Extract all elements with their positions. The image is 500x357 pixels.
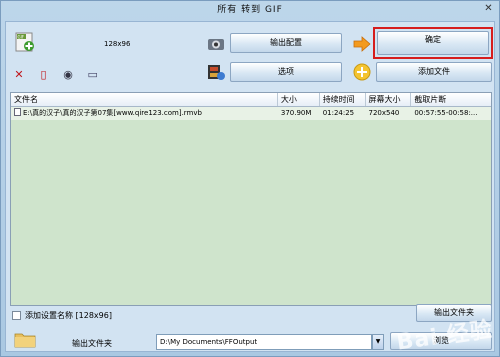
chevron-down-icon[interactable]: ▼ (372, 334, 384, 350)
resolution-label: 128x96 (104, 40, 131, 48)
add-file-icon (353, 63, 371, 81)
column-filename[interactable]: 文件名 (11, 93, 278, 106)
output-path-field[interactable]: D:\My Documents\FFOutput (156, 334, 372, 350)
main-panel: GIF 128x96 ✕ ▯ ◉ ▭ 输出配置 确定 选项 添加文件 文件名 大… (5, 21, 495, 352)
column-screen-size[interactable]: 屏幕大小 (366, 93, 412, 106)
ok-button-highlight: 确定 (373, 27, 493, 59)
window-title: 所有 转到 GIF (217, 5, 283, 15)
row-screen-size: 720x540 (368, 109, 400, 117)
svg-text:GIF: GIF (18, 34, 25, 39)
options-button[interactable]: 选项 (230, 62, 342, 82)
output-config-icon (208, 39, 224, 50)
column-size[interactable]: 大小 (278, 93, 320, 106)
row-clip: 00:57:55-00:58:... (414, 109, 478, 117)
row-duration: 01:24:25 (322, 109, 355, 117)
file-list[interactable]: 文件名 大小 持续时间 屏幕大小 截取片断 E:\真的汉子\真的汉子第07集[w… (10, 92, 492, 306)
folder-icon[interactable] (14, 330, 36, 348)
file-actions: ✕ ▯ ◉ ▭ (12, 69, 108, 81)
row-size: 370.90M (280, 109, 312, 117)
arrow-right-icon (353, 36, 371, 52)
add-setting-name-checkbox[interactable] (12, 311, 21, 320)
list-item[interactable]: E:\真的汉子\真的汉子第07集[www.qire123.com].rmvb 3… (11, 107, 491, 120)
clear-list-icon[interactable]: ▯ (37, 69, 51, 81)
list-header: 文件名 大小 持续时间 屏幕大小 截取片断 (11, 93, 491, 107)
title-bar: 所有 转到 GIF ✕ (1, 1, 499, 21)
add-setting-name-option[interactable]: 添加设置名称 [128x96] (12, 310, 112, 321)
column-duration[interactable]: 持续时间 (320, 93, 366, 106)
add-file-button[interactable]: 添加文件 (376, 62, 492, 82)
close-icon[interactable]: ✕ (482, 3, 496, 16)
remove-icon[interactable]: ✕ (12, 69, 26, 81)
film-options-icon (208, 65, 225, 80)
media-info-icon[interactable]: ▭ (86, 69, 100, 81)
output-config-button[interactable]: 输出配置 (230, 33, 342, 53)
gif-format-icon: GIF (15, 32, 34, 52)
add-setting-name-label: 添加设置名称 [128x96] (25, 311, 112, 320)
ok-button[interactable]: 确定 (377, 31, 489, 55)
play-icon[interactable]: ◉ (61, 69, 75, 81)
file-icon (14, 108, 21, 116)
column-clip[interactable]: 截取片断 (411, 93, 491, 106)
dialog-window: 所有 转到 GIF ✕ GIF 128x96 ✕ ▯ ◉ ▭ 输出配置 确定 选… (0, 0, 500, 357)
output-folder-label: 输出文件夹 (72, 339, 112, 348)
row-filename: E:\真的汉子\真的汉子第07集[www.qire123.com].rmvb (11, 107, 278, 120)
